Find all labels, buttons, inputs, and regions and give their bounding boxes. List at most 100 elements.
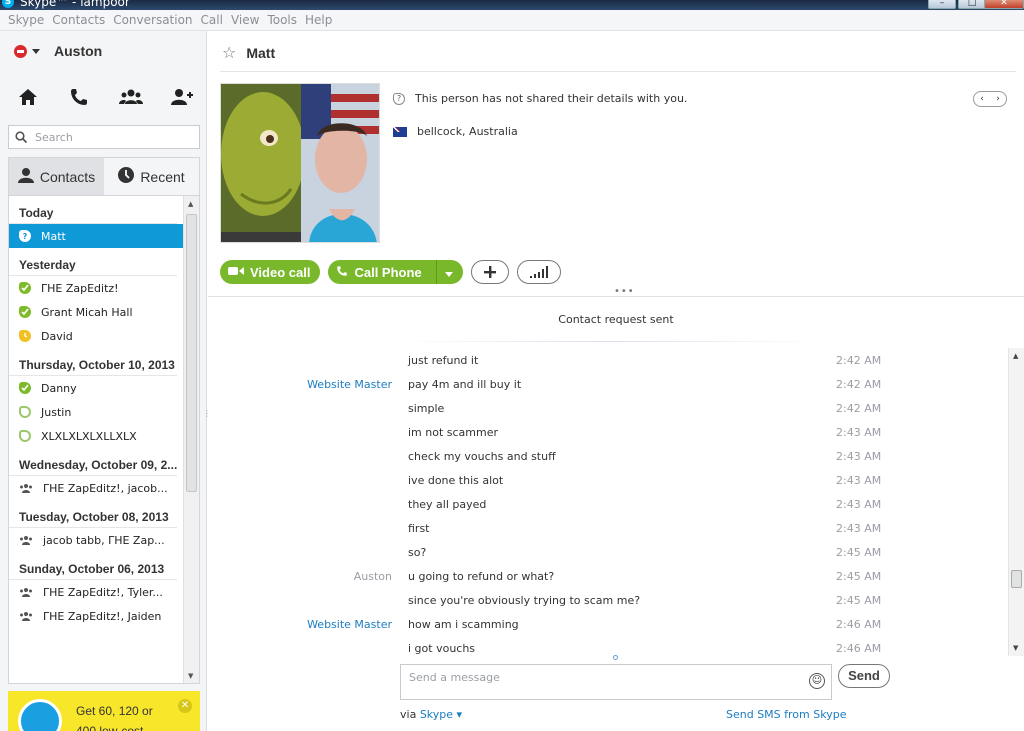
search-input[interactable]: Search bbox=[8, 125, 200, 149]
message-text: i got vouchs bbox=[408, 642, 476, 655]
scroll-thumb[interactable] bbox=[1011, 570, 1022, 588]
list-item[interactable]: Grant Micah Hall bbox=[9, 300, 183, 324]
tab-contacts-label: Contacts bbox=[39, 168, 96, 185]
profile-name[interactable]: Auston bbox=[54, 43, 102, 59]
do-not-disturb-status-icon[interactable] bbox=[14, 44, 27, 58]
chevron-left-icon[interactable]: ‹ bbox=[974, 92, 990, 106]
chat-message: ive done this alot 2:43 AM bbox=[208, 468, 1008, 492]
contact-request-notice: Contact request sent bbox=[558, 313, 674, 326]
message-sender[interactable]: Auston bbox=[354, 570, 392, 583]
signal-bars-icon bbox=[529, 266, 548, 278]
promo-banner[interactable]: Get 60, 120 or 400 low-cost... ✕ bbox=[8, 691, 200, 731]
search-placeholder: Search bbox=[35, 130, 73, 144]
chat-message: simple 2:42 AM bbox=[208, 396, 1008, 420]
menu-tools[interactable]: Tools bbox=[267, 13, 297, 27]
clock-icon bbox=[118, 167, 135, 186]
minimize-button[interactable]: – bbox=[928, 0, 956, 9]
contact-name: Danny bbox=[41, 381, 77, 395]
chevron-down-icon[interactable] bbox=[444, 265, 453, 280]
menu-help[interactable]: Help bbox=[305, 13, 332, 27]
contact-name: Justin bbox=[41, 405, 72, 419]
divider bbox=[400, 341, 820, 342]
add-contact-icon[interactable] bbox=[170, 85, 194, 109]
message-sender[interactable]: Website Master bbox=[307, 378, 392, 391]
message-text: just refund it bbox=[408, 354, 479, 367]
via-skype-link[interactable]: Skype bbox=[420, 708, 453, 721]
message-time: 2:42 AM bbox=[836, 402, 882, 415]
message-placeholder: Send a message bbox=[409, 671, 500, 684]
chevron-right-icon[interactable]: › bbox=[990, 92, 1006, 106]
skype-logo-icon: S bbox=[2, 0, 14, 8]
add-button[interactable] bbox=[470, 260, 509, 284]
menu-skype[interactable]: Skype bbox=[8, 13, 44, 27]
person-icon bbox=[17, 167, 34, 186]
chat-message: first 2:43 AM bbox=[208, 516, 1008, 540]
send-button[interactable]: Send bbox=[838, 664, 890, 688]
online-status-icon bbox=[19, 382, 31, 394]
scroll-up-icon[interactable]: ▲ bbox=[188, 200, 193, 208]
chevron-down-icon[interactable] bbox=[32, 48, 40, 54]
globe-icon bbox=[18, 699, 62, 731]
profile-status[interactable]: Auston bbox=[14, 43, 102, 59]
phone-icon[interactable] bbox=[67, 85, 91, 109]
scroll-down-icon[interactable]: ▼ bbox=[1013, 644, 1018, 652]
recent-list: Today ? Matt Yesterday ΓΗΕ ZapEditz! Gra… bbox=[8, 195, 200, 684]
contact-name: ΓΗΕ ZapEditz!, Jaiden bbox=[43, 609, 162, 623]
menu-contacts[interactable]: Contacts bbox=[52, 13, 105, 27]
list-item[interactable]: ΓΗΕ ZapEditz!, Tyler... bbox=[9, 580, 183, 604]
unknown-status-icon: ? bbox=[393, 92, 405, 105]
send-sms-link[interactable]: Send SMS from Skype bbox=[726, 708, 846, 721]
list-item[interactable]: jacob tabb, ΓΗΕ Zap... bbox=[9, 528, 183, 552]
list-item[interactable]: David bbox=[9, 324, 183, 348]
close-window-button[interactable]: ✕ bbox=[984, 0, 1024, 9]
scroll-thumb[interactable] bbox=[186, 214, 197, 492]
menu-view[interactable]: View bbox=[231, 13, 259, 27]
list-item[interactable]: XLXLXLXLXLLXLX bbox=[9, 424, 183, 448]
message-text: pay 4m and ill buy it bbox=[408, 378, 522, 391]
close-icon[interactable]: ✕ bbox=[178, 699, 192, 713]
contact-details-notice: ? This person has not shared their detai… bbox=[393, 92, 687, 105]
menu-bar: Skype Contacts Conversation Call View To… bbox=[0, 10, 1024, 31]
message-input[interactable]: Send a message ☺ bbox=[400, 664, 832, 700]
nav-toolbar bbox=[10, 85, 200, 109]
chat-scrollbar[interactable]: ▲ ▼ bbox=[1008, 348, 1024, 656]
sidebar-tabs: Contacts Recent bbox=[8, 157, 200, 195]
message-time: 2:43 AM bbox=[836, 474, 882, 487]
message-time: 2:43 AM bbox=[836, 450, 882, 463]
australia-flag-icon bbox=[393, 126, 407, 137]
menu-call[interactable]: Call bbox=[201, 13, 223, 27]
chevron-down-icon[interactable]: ▾ bbox=[457, 708, 463, 721]
list-item[interactable]: Danny bbox=[9, 376, 183, 400]
call-phone-button[interactable]: Call Phone bbox=[328, 260, 463, 284]
list-item[interactable]: Justin bbox=[9, 400, 183, 424]
call-quality-button[interactable] bbox=[516, 260, 561, 284]
list-item[interactable]: ΓΗΕ ZapEditz! bbox=[9, 276, 183, 300]
message-sender[interactable]: Website Master bbox=[307, 618, 392, 631]
menu-conversation[interactable]: Conversation bbox=[113, 13, 192, 27]
message-time: 2:43 AM bbox=[836, 498, 882, 511]
home-icon[interactable] bbox=[16, 85, 40, 109]
contact-location: bellcock, Australia bbox=[393, 125, 518, 138]
emoticon-icon[interactable]: ☺ bbox=[809, 673, 825, 689]
contact-name: ΓΗΕ ZapEditz! bbox=[41, 281, 119, 295]
tab-contacts[interactable]: Contacts bbox=[9, 158, 104, 195]
group-header: Sunday, October 06, 2013 bbox=[9, 552, 177, 580]
message-text: since you're obviously trying to scam me… bbox=[408, 594, 641, 607]
scroll-up-icon[interactable]: ▲ bbox=[1013, 352, 1018, 360]
message-text: how am i scamming bbox=[408, 618, 519, 631]
maximize-button[interactable]: □ bbox=[958, 0, 986, 9]
list-item[interactable]: ΓΗΕ ZapEditz!, jacob... bbox=[9, 476, 183, 500]
chat-message: they all payed 2:43 AM bbox=[208, 492, 1008, 516]
group-icon[interactable] bbox=[118, 85, 143, 109]
group-chat-icon bbox=[19, 610, 33, 622]
tab-recent[interactable]: Recent bbox=[104, 158, 199, 195]
search-icon bbox=[15, 131, 27, 143]
scroll-down-icon[interactable]: ▼ bbox=[188, 672, 193, 680]
video-call-button[interactable]: Video call bbox=[220, 260, 321, 284]
profile-pager[interactable]: ‹ › bbox=[973, 91, 1007, 107]
list-item[interactable]: ΓΗΕ ZapEditz!, Jaiden bbox=[9, 604, 183, 628]
list-scrollbar[interactable]: ▲ ▼ bbox=[183, 196, 199, 683]
list-item-matt[interactable]: ? Matt bbox=[9, 224, 183, 248]
star-icon[interactable]: ☆ bbox=[222, 43, 236, 62]
message-time: 2:46 AM bbox=[836, 618, 882, 631]
